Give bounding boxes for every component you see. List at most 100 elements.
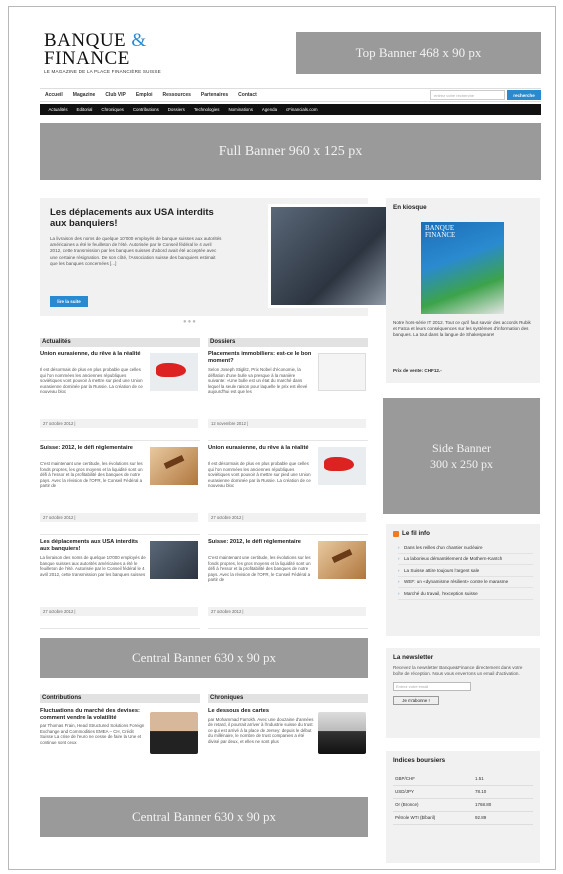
article-thumbnail[interactable] xyxy=(150,353,198,391)
subnav-item-nominations[interactable]: Nominations xyxy=(224,107,257,112)
side-banner[interactable]: Side Banner 300 x 250 px xyxy=(383,398,540,514)
nav-item-partenaires[interactable]: Partenaires xyxy=(196,92,233,98)
article-date: 27 octobre 2012 | xyxy=(40,419,198,428)
article-excerpt: La livraison des noms de quelque 10'000 … xyxy=(40,555,146,577)
featured-title[interactable]: Les déplacements aux USA interdits aux b… xyxy=(50,207,220,229)
featured-article: Les déplacements aux USA interdits aux b… xyxy=(40,198,400,316)
fil-info-title: Le fil info xyxy=(402,530,430,537)
article-title[interactable]: Les déplacements aux USA interdits aux b… xyxy=(40,539,146,552)
subnav-item-contributions[interactable]: Contributions xyxy=(128,107,163,112)
dossiers-column: Dossiers Placements immobiliers: est-ce … xyxy=(208,338,368,629)
table-row: Or (Bronce) 1768.80 xyxy=(393,798,533,812)
index-value: 1.51 xyxy=(473,772,533,786)
article-date: 27 octobre 2012 | xyxy=(40,513,198,522)
article-excerpt: Il est désormais de plus en plus probabl… xyxy=(208,461,311,489)
table-row: USD/JPY 78.10 xyxy=(393,785,533,799)
list-item[interactable]: La laborieux démantèlement de Mothern-Ka… xyxy=(398,554,533,565)
table-row: GBP/CHF 1.51 xyxy=(393,772,533,786)
nav-item-contact[interactable]: Contact xyxy=(233,92,262,98)
kiosk-widget: En kiosque BANQUE FINANCE Notre hors-séri… xyxy=(386,198,540,383)
chronique-excerpt: par Mohammad Farrokh. Avec une douzaine … xyxy=(208,716,314,744)
kiosk-price: Prix de vente: CHF12.- xyxy=(393,368,442,373)
article-title[interactable]: Union eurasienne, du rêve à la réalité xyxy=(40,351,146,358)
author-photo[interactable] xyxy=(318,712,366,754)
nav-item-magazine[interactable]: Magazine xyxy=(68,92,101,98)
chronique-title[interactable]: Le dessous des cartes xyxy=(208,708,314,715)
central-banner-1[interactable]: Central Banner 630 x 90 px xyxy=(40,638,368,678)
subnav-item-actualites[interactable]: Actualités xyxy=(44,107,72,112)
nav-item-accueil[interactable]: Accueil xyxy=(40,92,68,98)
slider-dots[interactable]: ●●● xyxy=(183,319,197,325)
newsletter-title: La newsletter xyxy=(393,654,434,661)
kiosk-title: En kiosque xyxy=(393,204,427,211)
contribution-title[interactable]: Fluctuations du marché des devises: comm… xyxy=(40,708,146,721)
article-excerpt: Il est désormais de plus en plus probabl… xyxy=(40,367,143,395)
subnav-item-editorial[interactable]: Editorial xyxy=(72,107,97,112)
index-name: GBP/CHF xyxy=(393,772,473,786)
cover-line2: FINANCE xyxy=(425,231,456,239)
search-input[interactable]: entrez votre recherche xyxy=(430,90,505,100)
dossiers-header[interactable]: Dossiers xyxy=(208,338,368,347)
chroniques-header[interactable]: Chroniques xyxy=(208,694,368,703)
indices-widget: Indices boursiers GBP/CHF 1.51 USD/JPY 78.… xyxy=(386,751,540,863)
list-item: Placements immobiliers: est-ce le bon mo… xyxy=(208,351,368,441)
newsletter-text: Recevez la newsletter Banque&Finance dir… xyxy=(393,665,523,676)
nav-item-emploi[interactable]: Emploi xyxy=(131,92,158,98)
index-name: Or (Bronce) xyxy=(393,798,473,812)
kiosk-text: Notre hors-série IT 2012. Tout ce qu'il … xyxy=(393,320,531,337)
table-row: Pétrole WTI ($/baril) 92.89 xyxy=(393,811,533,825)
index-value: 92.89 xyxy=(473,811,533,825)
central-banner-2[interactable]: Central Banner 630 x 90 px xyxy=(40,797,368,837)
list-item: Les déplacements aux USA interdits aux b… xyxy=(40,539,200,629)
indices-title: Indices boursiers xyxy=(393,757,446,764)
index-name: Pétrole WTI ($/baril) xyxy=(393,811,473,825)
subnav-item-dossiers[interactable]: Dossiers xyxy=(163,107,189,112)
full-banner[interactable]: Full Banner 960 x 125 px xyxy=(40,123,541,180)
list-item[interactable]: Marché du travail, l'exception suisse xyxy=(398,588,533,600)
article-excerpt: C'est maintenant une certitude, les évol… xyxy=(208,555,311,583)
nav-item-club-vip[interactable]: Club VIP xyxy=(100,92,131,98)
article-title[interactable]: Placements immobiliers: est-ce le bon mo… xyxy=(208,351,314,364)
list-item[interactable]: Dans les reilles d'un chantier nucléaire xyxy=(398,542,533,554)
contribution-excerpt: par Thomas Frain, Head Structured Soluti… xyxy=(40,723,145,745)
chroniques-block: Chroniques Le dessous des cartes par Moh… xyxy=(208,694,368,784)
article-thumbnail[interactable] xyxy=(318,447,366,485)
list-item[interactable]: WEF: un «dynamisme résilient» contre le … xyxy=(398,577,533,588)
newsletter-widget: La newsletter Recevez la newsletter Banq… xyxy=(386,648,540,738)
nav-item-ressources[interactable]: Ressources xyxy=(158,92,196,98)
list-item[interactable]: La Suisse attire toujours l'argent sale xyxy=(398,565,533,577)
side-banner-line2: 300 x 250 px xyxy=(430,457,493,471)
rss-icon[interactable] xyxy=(393,530,399,537)
article-thumbnail[interactable] xyxy=(318,541,366,579)
subnav-item-technologies[interactable]: Technologies xyxy=(189,107,224,112)
article-thumbnail[interactable] xyxy=(318,353,366,391)
article-thumbnail[interactable] xyxy=(150,541,198,579)
article-title[interactable]: Suisse: 2012, le défi réglementaire xyxy=(208,539,314,546)
email-field[interactable]: Entrez votre email xyxy=(393,681,471,691)
article-date: 27 octobre 2012 | xyxy=(208,513,366,522)
subnav-item-agenda[interactable]: Agenda xyxy=(257,107,281,112)
site-logo[interactable]: BANQUE & FINANCE LE MAGAZINE DE LA PLACE… xyxy=(44,30,284,74)
actualites-header[interactable]: Actualités xyxy=(40,338,200,347)
article-excerpt: C'est maintenant une certitude, les évol… xyxy=(40,461,143,489)
magazine-cover[interactable]: BANQUE FINANCE xyxy=(421,222,504,314)
list-item: Union eurasienne, du rêve à la réalité I… xyxy=(40,351,200,441)
article-title[interactable]: Union eurasienne, du rêve à la réalité xyxy=(208,445,314,452)
article-thumbnail[interactable] xyxy=(150,447,198,485)
contributions-header[interactable]: Contributions xyxy=(40,694,200,703)
author-photo[interactable] xyxy=(150,712,198,754)
index-value: 78.10 xyxy=(473,785,533,799)
logo-ampersand: & xyxy=(131,30,147,51)
subnav-item-cfinancials[interactable]: cFinancials.com xyxy=(282,107,322,112)
fil-info-widget: Le fil info Dans les reilles d'un chanti… xyxy=(386,524,540,636)
actualites-column: Actualités Union eurasienne, du rêve à l… xyxy=(40,338,200,629)
indices-table: GBP/CHF 1.51 USD/JPY 78.10 Or (Bronce) 1768… xyxy=(393,772,533,825)
article-title[interactable]: Suisse: 2012, le défi réglementaire xyxy=(40,445,146,452)
subnav-item-chroniques[interactable]: Chroniques xyxy=(97,107,128,112)
subscribe-button[interactable]: Je m'abonne ! xyxy=(393,695,439,705)
top-banner[interactable]: Top Banner 468 x 90 px xyxy=(296,32,541,74)
featured-text: La livraison des noms de quelque 10'000 … xyxy=(50,236,222,266)
featured-image[interactable] xyxy=(268,204,400,308)
search-button[interactable]: recherche xyxy=(507,90,541,100)
read-more-button[interactable]: lire la suite xyxy=(50,296,88,307)
